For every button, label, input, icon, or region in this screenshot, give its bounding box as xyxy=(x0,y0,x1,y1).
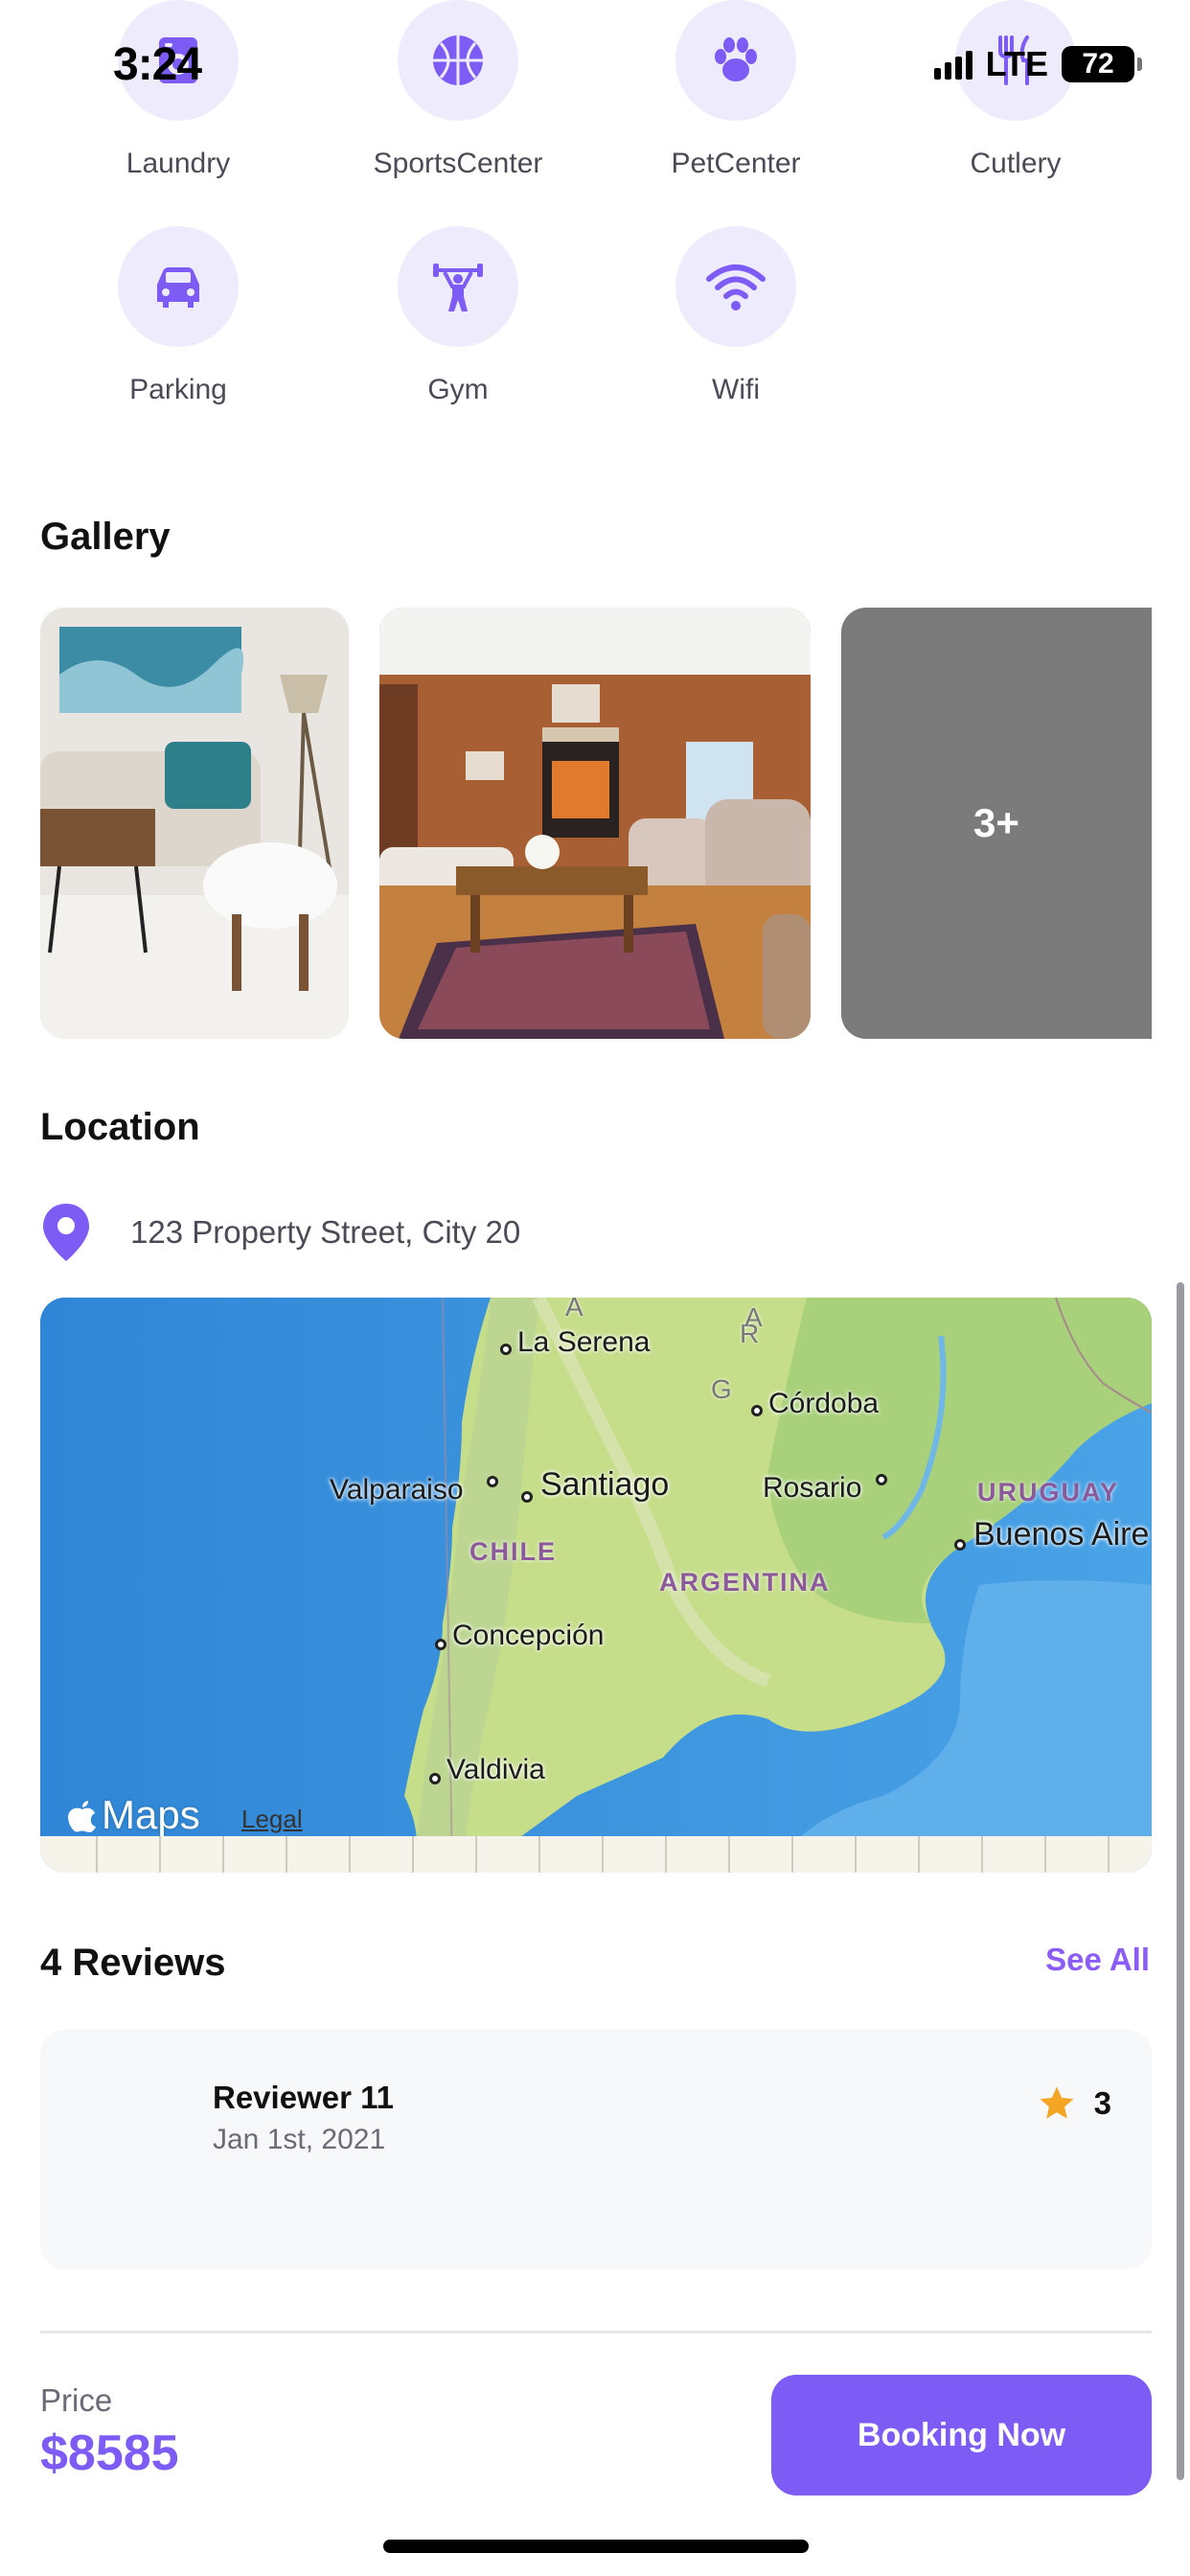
amenity-gym[interactable]: Gym xyxy=(333,226,583,406)
map-range-label: A xyxy=(565,1298,584,1322)
map-city-label: Concepción xyxy=(452,1620,605,1651)
amenity-label: SportsCenter xyxy=(373,148,543,179)
address-row: 123 Property Street, City 20 xyxy=(40,1202,520,1263)
address-text: 123 Property Street, City 20 xyxy=(130,1214,521,1250)
gallery-image-2[interactable] xyxy=(379,608,811,1039)
price-label: Price xyxy=(40,2382,113,2418)
location-pin-icon xyxy=(43,1204,89,1261)
price-value: $8585 xyxy=(40,2426,179,2481)
home-indicator xyxy=(383,2540,809,2553)
city-marker xyxy=(435,1639,446,1650)
map-country-label: CHILE xyxy=(469,1537,557,1566)
amenity-icon-bg xyxy=(398,226,518,347)
status-icons: LTE 72 xyxy=(933,44,1142,84)
amenity-icon-bg xyxy=(118,226,239,347)
weightlifter-icon xyxy=(433,264,483,311)
amenity-icon-bg xyxy=(675,0,796,121)
amenity-icon-bg xyxy=(675,226,796,347)
gallery-more-label: 3+ xyxy=(973,800,1019,845)
city-marker xyxy=(500,1344,512,1355)
amenity-label: PetCenter xyxy=(671,148,801,179)
gallery-title: Gallery xyxy=(40,516,171,558)
city-marker xyxy=(521,1491,533,1503)
see-all-reviews-link[interactable]: See All xyxy=(1045,1942,1150,1978)
map-city-label: La Serena xyxy=(517,1326,651,1358)
review-date: Jan 1st, 2021 xyxy=(213,2124,386,2155)
map-terrain xyxy=(40,1298,1152,1873)
map-city-label: Buenos Aire xyxy=(973,1516,1150,1552)
battery-icon: 72 xyxy=(1062,46,1142,82)
amenity-wifi[interactable]: Wifi xyxy=(611,226,860,406)
living-room-photo xyxy=(40,608,349,1039)
map-country-label: ARGENTINA xyxy=(659,1568,831,1597)
location-map[interactable]: A R G A La Serena Córdoba Valparaiso San… xyxy=(40,1298,1152,1873)
paw-icon xyxy=(715,37,757,81)
booking-now-button[interactable]: Booking Now xyxy=(771,2375,1152,2496)
amenity-label: Wifi xyxy=(712,374,760,405)
rating-value: 3 xyxy=(1093,2085,1111,2121)
location-title: Location xyxy=(40,1106,200,1148)
review-rating: 3 xyxy=(1037,2083,1111,2124)
status-time: 3:24 xyxy=(113,39,202,90)
amenity-label: Parking xyxy=(129,374,227,405)
star-icon xyxy=(1040,2086,1074,2119)
basketball-icon xyxy=(433,35,483,85)
map-city-label: Valdivia xyxy=(446,1754,545,1785)
amenity-label: Laundry xyxy=(126,148,231,179)
reviews-title: 4 Reviews xyxy=(40,1942,226,1984)
map-city-label: Santiago xyxy=(540,1466,670,1503)
amenity-cutlery[interactable]: Cutlery xyxy=(891,0,1140,180)
maps-brand-text: Maps xyxy=(102,1792,200,1837)
network-label: LTE xyxy=(985,44,1048,83)
city-marker xyxy=(954,1539,966,1551)
gallery-image-1[interactable] xyxy=(40,608,349,1039)
amenity-label: Gym xyxy=(427,374,489,405)
map-city-label: Valparaiso xyxy=(330,1474,464,1506)
amenity-sportscenter[interactable]: SportsCenter xyxy=(333,0,583,180)
map-range-label: G xyxy=(711,1374,732,1404)
review-card[interactable]: Reviewer 11 Jan 1st, 2021 3 xyxy=(40,2030,1152,2269)
amenity-icon-bg xyxy=(398,0,518,121)
wood-paneled-living-room-photo xyxy=(379,608,811,1039)
city-marker xyxy=(487,1476,498,1487)
map-city-label: Córdoba xyxy=(768,1388,880,1419)
map-range-label: A xyxy=(744,1302,763,1332)
amenity-petcenter[interactable]: PetCenter xyxy=(611,0,860,180)
scrollbar[interactable] xyxy=(1177,1282,1184,2480)
car-icon xyxy=(157,267,199,308)
signal-icon xyxy=(933,49,973,80)
amenity-parking[interactable]: Parking xyxy=(54,226,303,406)
apple-logo-icon xyxy=(68,1801,96,1832)
map-city-label: Rosario xyxy=(763,1472,862,1504)
city-marker xyxy=(876,1474,887,1485)
map-legal-link[interactable]: Legal xyxy=(241,1805,303,1834)
city-marker xyxy=(751,1405,763,1416)
reviewer-name: Reviewer 11 xyxy=(213,2080,394,2115)
city-marker xyxy=(429,1773,441,1784)
footer-divider xyxy=(40,2331,1152,2334)
map-country-label: URUGUAY xyxy=(977,1478,1120,1506)
map-footer xyxy=(40,1836,1152,1873)
maps-logo: Maps xyxy=(67,1792,200,1838)
wifi-icon xyxy=(706,264,766,310)
battery-level: 72 xyxy=(1082,48,1114,80)
amenity-label: Cutlery xyxy=(970,148,1062,179)
gallery-more-button[interactable]: 3+ xyxy=(841,608,1152,1039)
